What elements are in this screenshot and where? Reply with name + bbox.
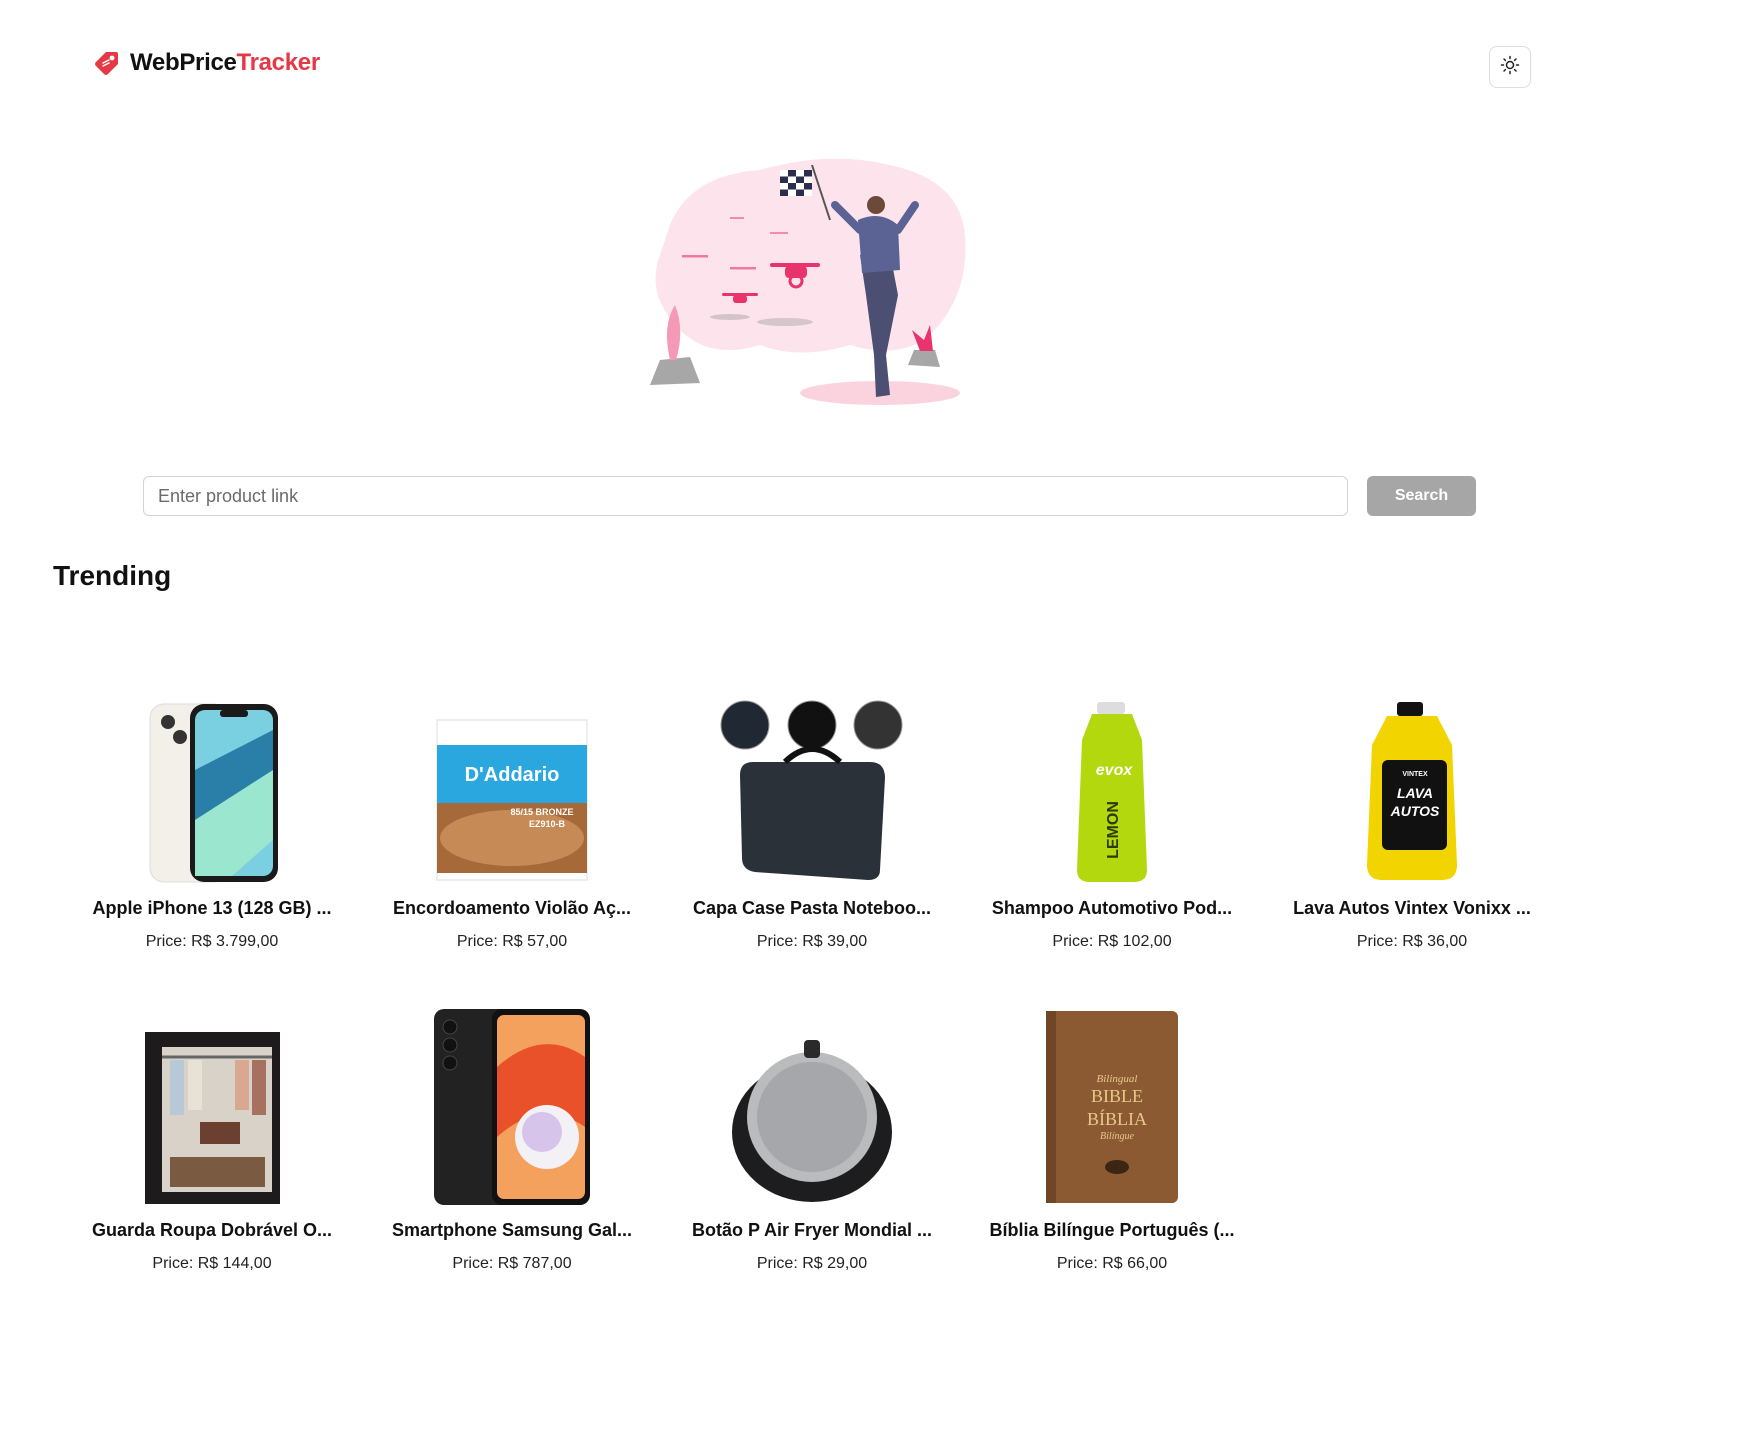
sun-icon xyxy=(1500,55,1520,80)
car-wash-image: VINTEX LAVA AUTOS xyxy=(1312,690,1512,885)
product-title: Guarda Roupa Dobrável O... xyxy=(91,1220,333,1240)
svg-text:VINTEX: VINTEX xyxy=(1402,771,1428,778)
svg-text:Bilingual: Bilingual xyxy=(1097,1073,1138,1085)
product-title: Shampoo Automotivo Pod... xyxy=(991,898,1233,918)
svg-text:85/15 BRONZE: 85/15 BRONZE xyxy=(510,807,573,817)
product-link-input[interactable] xyxy=(143,476,1348,516)
theme-toggle-button[interactable] xyxy=(1489,46,1531,88)
product-price: Price: R$ 787,00 xyxy=(452,1255,572,1272)
svg-text:LAVA: LAVA xyxy=(1397,785,1433,801)
product-title: Bíblia Bilíngue Português (... xyxy=(989,1220,1235,1240)
samsung-phone-image xyxy=(412,1009,612,1207)
brand-name: WebPriceTracker xyxy=(130,49,320,76)
search-bar: Search xyxy=(143,476,1478,516)
product-price: Price: R$ 102,00 xyxy=(1052,933,1172,950)
product-price: Price: R$ 57,00 xyxy=(456,933,568,950)
top-bar: WebPriceTracker xyxy=(0,0,1761,130)
product-title: Encordoamento Violão Aç... xyxy=(392,898,632,918)
air-fryer-knob-image xyxy=(712,1012,912,1207)
product-card[interactable]: evox LEMON Shampoo Automotivo Pod... Pri… xyxy=(962,690,1262,990)
svg-text:AUTOS: AUTOS xyxy=(1390,803,1440,819)
product-card[interactable]: Guarda Roupa Dobrável O... Price: R$ 144… xyxy=(62,1012,362,1312)
price-tag-icon xyxy=(92,48,122,78)
product-price: Price: R$ 3.799,00 xyxy=(145,933,279,950)
wardrobe-image xyxy=(112,1012,312,1207)
product-card[interactable]: Smartphone Samsung Gal... Price: R$ 787,… xyxy=(362,1009,662,1312)
product-card[interactable]: Capa Case Pasta Noteboo... Price: R$ 39,… xyxy=(662,690,962,990)
svg-text:D'Addario: D'Addario xyxy=(465,764,560,786)
product-price: Price: R$ 29,00 xyxy=(756,1255,868,1272)
brand-logo[interactable]: WebPriceTracker xyxy=(92,48,320,78)
product-card[interactable]: Apple iPhone 13 (128 GB) ... Price: R$ 3… xyxy=(62,690,362,990)
product-card[interactable]: Bilingual BIBLE BÍBLIA Bilíngue Bíblia B… xyxy=(962,1011,1262,1312)
trending-heading: Trending xyxy=(53,560,172,591)
svg-text:Bilíngue: Bilíngue xyxy=(1100,1131,1134,1142)
product-card[interactable]: D'Addario 85/15 BRONZE EZ910-B Encordoam… xyxy=(362,690,662,990)
product-title: Capa Case Pasta Noteboo... xyxy=(692,898,932,918)
product-title: Botão P Air Fryer Mondial ... xyxy=(691,1220,933,1240)
product-card[interactable]: VINTEX LAVA AUTOS Lava Autos Vintex Voni… xyxy=(1262,690,1562,990)
iphone-image xyxy=(112,690,312,885)
svg-text:LEMON: LEMON xyxy=(1105,801,1122,859)
product-card[interactable]: Botão P Air Fryer Mondial ... Price: R$ … xyxy=(662,1012,962,1312)
bible-image: Bilingual BIBLE BÍBLIA Bilíngue xyxy=(1012,1011,1212,1207)
guitar-strings-image: D'Addario 85/15 BRONZE EZ910-B xyxy=(412,690,612,885)
product-price: Price: R$ 144,00 xyxy=(152,1255,272,1272)
product-price: Price: R$ 66,00 xyxy=(1056,1255,1168,1272)
product-title: Lava Autos Vintex Vonixx ... xyxy=(1293,898,1531,918)
laptop-case-image xyxy=(712,690,912,885)
svg-text:BIBLE: BIBLE xyxy=(1091,1086,1143,1106)
svg-text:evox: evox xyxy=(1096,762,1134,779)
svg-text:EZ910-B: EZ910-B xyxy=(529,819,566,829)
product-price: Price: R$ 39,00 xyxy=(756,933,868,950)
search-button[interactable]: Search xyxy=(1367,476,1476,516)
hero-illustration xyxy=(630,145,990,415)
product-title: Smartphone Samsung Gal... xyxy=(391,1220,633,1240)
lemon-shampoo-image: evox LEMON xyxy=(1012,690,1212,885)
svg-text:BÍBLIA: BÍBLIA xyxy=(1087,1108,1147,1129)
product-title: Apple iPhone 13 (128 GB) ... xyxy=(92,898,332,918)
product-price: Price: R$ 36,00 xyxy=(1356,933,1468,950)
